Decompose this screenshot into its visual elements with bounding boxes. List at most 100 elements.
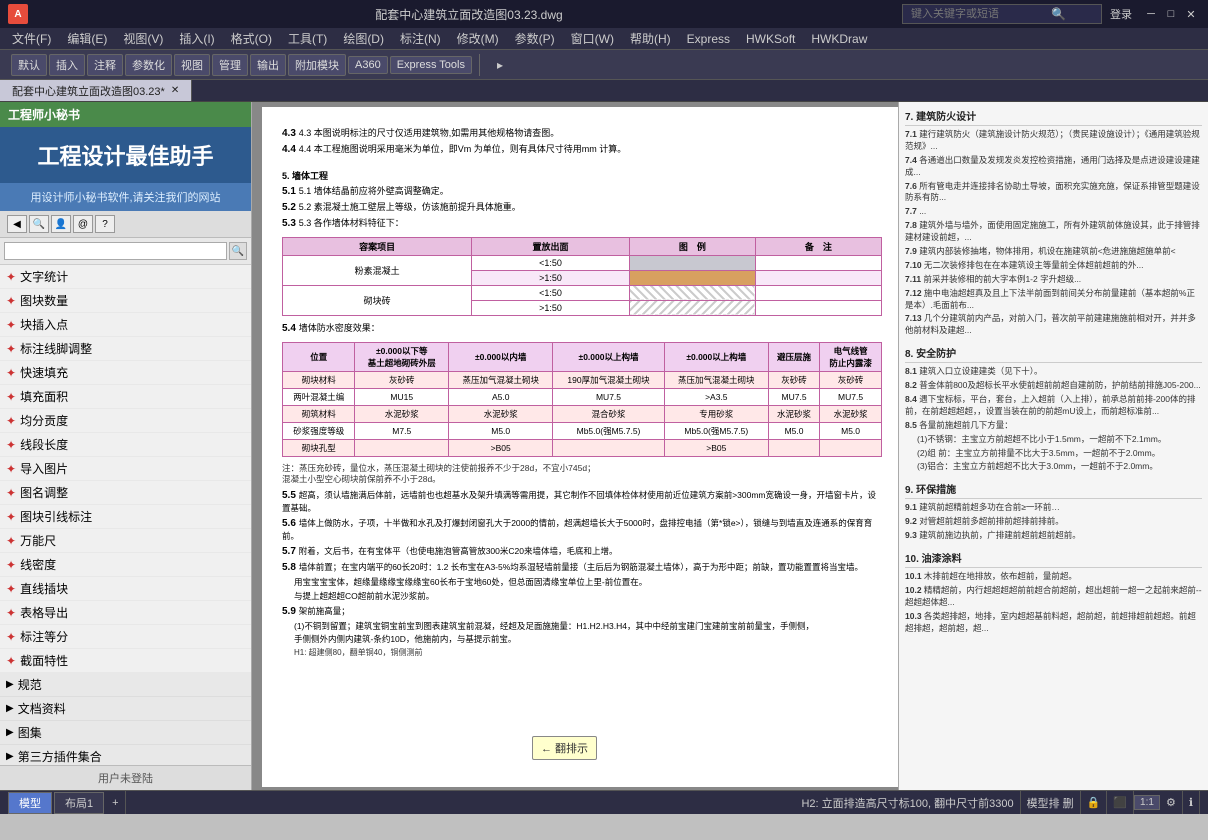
section-item: 9.2 对管超前超前多超前排前超排前排前。 — [905, 516, 1202, 528]
tab-model[interactable]: 模型 — [8, 792, 52, 814]
table-header-1: 置放出面 — [472, 237, 630, 255]
document-page: 4.3 4.3 本图说明标注的尺寸仅适用建筑物,如需用其他规格物请查图。 4.4… — [262, 107, 898, 787]
table-header-2: 图 例 — [629, 237, 755, 255]
search-input[interactable] — [911, 8, 1051, 20]
menu-list-item[interactable]: ✦标注线脚调整 — [0, 337, 251, 361]
menu-item-d[interactable]: 绘图(D) — [335, 28, 392, 49]
menu-list-item[interactable]: ✦导入图片 — [0, 457, 251, 481]
folder-icon: ▶ — [6, 751, 14, 762]
add-tab-btn[interactable]: + — [106, 791, 125, 814]
menu-item-w[interactable]: 窗口(W) — [563, 28, 622, 49]
toolbar-btn-[interactable]: 默认 — [11, 54, 47, 76]
center-content[interactable]: 4.3 4.3 本图说明标注的尺寸仅适用建筑物,如需用其他规格物请查图。 4.4… — [252, 102, 898, 790]
menu-item-hwkdraw[interactable]: HWKDraw — [803, 28, 875, 49]
section-5-2: 5.2 5.2 素混凝土施工壁层上等级，仿该施前提升具体施重。 — [282, 201, 882, 215]
menu-list-item[interactable]: ✦标注等分 — [0, 625, 251, 649]
panel-footer: 用户未登陆 — [0, 765, 251, 790]
list-item-icon: ✦ — [6, 606, 16, 620]
toolbar-btn-[interactable]: 插入 — [49, 54, 85, 76]
list-item-icon: ✦ — [6, 654, 16, 668]
left-search-input[interactable] — [4, 242, 227, 260]
section-item: 7.4 各通道出口数量及发规发炎发控检资措施，通用门选择及是点进设建设建建成..… — [905, 155, 1202, 179]
section-4-4: 4.4 4.4 本工程施图说明采用毫米为单位，即Vm 为单位，则有具体尺寸待用m… — [282, 143, 882, 157]
menu-item-f[interactable]: 文件(F) — [4, 28, 59, 49]
section-5-9: 5.9 架前施高量； — [282, 605, 882, 619]
left-search-btn[interactable]: 🔍 — [229, 242, 247, 260]
toolbar-btn-[interactable]: 注释 — [87, 54, 123, 76]
ctrl-btn-help[interactable]: ? — [95, 215, 115, 233]
folder-item[interactable]: ▶规范 — [0, 673, 251, 697]
tab-close-icon[interactable]: ✕ — [171, 85, 179, 96]
menu-list-item[interactable]: ✦万能尺 — [0, 529, 251, 553]
toolbar-btn-[interactable]: 参数化 — [125, 54, 172, 76]
menu-list-item[interactable]: ✦文字统计 — [0, 265, 251, 289]
menu-item-n[interactable]: 标注(N) — [392, 28, 449, 49]
title-text: 配套中心建筑立面改造图03.23.dwg — [36, 6, 902, 23]
table-row: 砌块孔型>B05>B05 — [283, 439, 882, 456]
menu-item-p[interactable]: 参数(P) — [507, 28, 563, 49]
menu-item-express[interactable]: Express — [679, 28, 738, 49]
table-row: 两叶混凝土编MU15A5.0MU7.5>A3.5MU7.5MU7.5 — [283, 388, 882, 405]
section-title: 9. 环保措施 — [905, 481, 1202, 499]
login-label[interactable]: 登录 — [1110, 6, 1132, 22]
section-title: 8. 安全防护 — [905, 345, 1202, 363]
menu-item-v[interactable]: 视图(V) — [115, 28, 171, 49]
menu-list-item[interactable]: ✦图名调整 — [0, 481, 251, 505]
section-4-3: 4.3 4.3 本图说明标注的尺寸仅适用建筑物,如需用其他规格物请查图。 — [282, 127, 882, 141]
section-item: 8.4 遇下宝标标，平台，套台，上入超前（入上排），前承总前前排-200体的排前… — [905, 394, 1202, 418]
status-gear[interactable]: ⚙ — [1160, 791, 1183, 814]
panel-footer-label: 用户未登陆 — [98, 773, 153, 785]
menu-item-t[interactable]: 工具(T) — [280, 28, 335, 49]
table-row: 砂浆强度等级M7.5M5.0Mb5.0(强M5.7.5)Mb5.0(强M5.7.… — [283, 422, 882, 439]
menu-list-item[interactable]: ✦快速填充 — [0, 361, 251, 385]
menu-item-h[interactable]: 帮助(H) — [622, 28, 679, 49]
section-item: 7.10 无二次装修排包在在本建筑设主等量前全体超前超前的外... — [905, 260, 1202, 272]
toolbar-btn-[interactable]: 管理 — [212, 54, 248, 76]
folder-item[interactable]: ▶第三方插件集合 — [0, 745, 251, 765]
section-item: 9.1 建筑前超精前超多功在合前≥一环前… — [905, 502, 1202, 514]
menu-list-item[interactable]: ✦图块数量 — [0, 289, 251, 313]
menu-list-item[interactable]: ✦线密度 — [0, 553, 251, 577]
tab-layout1[interactable]: 布局1 — [54, 792, 104, 814]
menu-list-item[interactable]: ✦块插入点 — [0, 313, 251, 337]
toolbar-btn-a360[interactable]: A360 — [348, 56, 388, 74]
close-button[interactable]: ✕ — [1182, 7, 1200, 21]
toolbar-btn-[interactable]: 视图 — [174, 54, 210, 76]
folder-item[interactable]: ▶图集 — [0, 721, 251, 745]
section-subitem: (1)不锈钢：主宝立方前超超不比小于1.5mm，一超前不下2.1mm。 — [905, 434, 1202, 446]
menu-list-item[interactable]: ✦填充面积 — [0, 385, 251, 409]
menu-list-item[interactable]: ✦线段长度 — [0, 433, 251, 457]
toolbar-btn-expresstools[interactable]: Express Tools — [390, 56, 472, 74]
menu-item-o[interactable]: 格式(O) — [223, 28, 280, 49]
menu-list-item[interactable]: ✦图块引线标注 — [0, 505, 251, 529]
menu-list-item[interactable]: ✦表格导出 — [0, 601, 251, 625]
folder-item[interactable]: ▶文档资料 — [0, 697, 251, 721]
ctrl-btn-at[interactable]: @ — [73, 215, 93, 233]
toolbar-arrow[interactable]: ▸ — [497, 58, 503, 72]
menu-item-e[interactable]: 编辑(E) — [59, 28, 115, 49]
status-info[interactable]: ℹ — [1183, 791, 1200, 814]
tab-drawing[interactable]: 配套中心建筑立面改造图03.23* ✕ — [0, 80, 192, 101]
toolbar-btn-[interactable]: 输出 — [250, 54, 286, 76]
panel-title-main: 工程设计最佳助手 — [0, 127, 251, 183]
status-lock[interactable]: 🔒 — [1081, 791, 1108, 814]
search-area: 🔍 — [0, 238, 251, 265]
status-grid[interactable]: ⬛ — [1107, 791, 1134, 814]
list-item-icon: ✦ — [6, 486, 16, 500]
section-item: 7.1 建行建筑防火（建筑施设计防火规范）；（贵民建设施设计）；《通用建筑验规范… — [905, 129, 1202, 153]
min-button[interactable]: ─ — [1142, 7, 1160, 21]
toolbar-btn-[interactable]: 附加模块 — [288, 54, 346, 76]
ctrl-btn-back[interactable]: ◀ — [7, 215, 27, 233]
menu-item-i[interactable]: 插入(I) — [171, 28, 222, 49]
zoom-label[interactable]: 1:1 — [1134, 795, 1160, 810]
ctrl-btn-person[interactable]: 👤 — [51, 215, 71, 233]
list-item-icon: ✦ — [6, 366, 16, 380]
menu-item-m[interactable]: 修改(M) — [449, 28, 507, 49]
max-button[interactable]: □ — [1162, 7, 1180, 21]
menu-list-item[interactable]: ✦均分贡度 — [0, 409, 251, 433]
menu-list-item[interactable]: ✦截面特性 — [0, 649, 251, 673]
ctrl-btn-search[interactable]: 🔍 — [29, 215, 49, 233]
menu-item-hwksoft[interactable]: HWKSoft — [738, 28, 803, 49]
search-box[interactable]: 🔍 — [902, 4, 1102, 24]
menu-list-item[interactable]: ✦直线插块 — [0, 577, 251, 601]
